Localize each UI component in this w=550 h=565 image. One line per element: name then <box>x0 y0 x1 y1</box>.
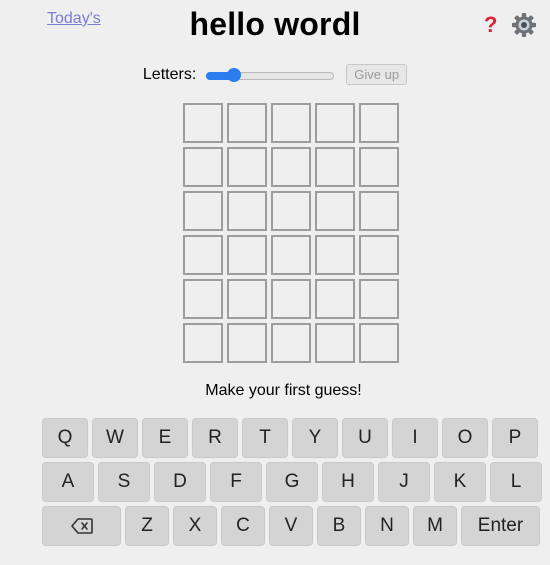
board-cell <box>315 191 355 231</box>
board-cell <box>359 323 399 363</box>
question-mark-icon[interactable]: ? <box>484 13 497 37</box>
gear-icon[interactable] <box>511 12 537 38</box>
key[interactable]: E <box>142 418 188 458</box>
letters-slider[interactable] <box>206 65 335 85</box>
guess-grid <box>183 103 399 363</box>
key[interactable]: T <box>242 418 288 458</box>
board-cell <box>183 147 223 187</box>
board-cell <box>227 279 267 319</box>
keyboard-row-3: Z X C V B N M Enter <box>42 506 542 546</box>
board-cell <box>271 235 311 275</box>
board-cell <box>227 147 267 187</box>
backspace-key[interactable] <box>42 506 121 546</box>
key[interactable]: B <box>317 506 361 546</box>
board-cell <box>359 103 399 143</box>
key[interactable]: C <box>221 506 265 546</box>
key[interactable]: J <box>378 462 430 502</box>
key[interactable]: P <box>492 418 538 458</box>
board-cell <box>359 235 399 275</box>
key[interactable]: D <box>154 462 206 502</box>
board-cell <box>271 191 311 231</box>
page-title: hello wordl <box>189 6 361 42</box>
key[interactable]: N <box>365 506 409 546</box>
board-cell <box>271 103 311 143</box>
board-cell <box>271 147 311 187</box>
board-cell <box>315 235 355 275</box>
board-cell <box>315 147 355 187</box>
board-cell <box>315 323 355 363</box>
controls-bar: Letters: Give up <box>0 64 550 85</box>
key[interactable]: Y <box>292 418 338 458</box>
letters-slider-thumb[interactable] <box>226 67 241 82</box>
on-screen-keyboard: QWERTYUIOP ASDFGHJKL Z X C V B N M Enter <box>42 418 542 546</box>
board-cell <box>359 191 399 231</box>
board-cell <box>183 235 223 275</box>
board-cell <box>183 323 223 363</box>
backspace-icon <box>70 518 93 534</box>
key[interactable]: W <box>92 418 138 458</box>
key[interactable]: X <box>173 506 217 546</box>
board-cell <box>315 103 355 143</box>
key[interactable]: L <box>490 462 542 502</box>
board-cell <box>227 235 267 275</box>
enter-key[interactable]: Enter <box>461 506 540 546</box>
key[interactable]: A <box>42 462 94 502</box>
keyboard-row-2: ASDFGHJKL <box>42 462 542 502</box>
key[interactable]: V <box>269 506 313 546</box>
board-cell <box>183 191 223 231</box>
key[interactable]: K <box>434 462 486 502</box>
board-cell <box>183 279 223 319</box>
board-cell <box>227 103 267 143</box>
board-cell <box>271 323 311 363</box>
give-up-button[interactable]: Give up <box>346 64 408 85</box>
key[interactable]: U <box>342 418 388 458</box>
key[interactable]: G <box>266 462 318 502</box>
key[interactable]: Q <box>42 418 88 458</box>
key[interactable]: F <box>210 462 262 502</box>
board-cell <box>359 279 399 319</box>
key[interactable]: Z <box>125 506 169 546</box>
board-cell <box>315 279 355 319</box>
key[interactable]: S <box>98 462 150 502</box>
status-message: Make your first guess! <box>205 382 362 399</box>
board-cell <box>359 147 399 187</box>
board-cell <box>227 323 267 363</box>
key[interactable]: M <box>413 506 457 546</box>
letters-label: Letters: <box>142 65 197 83</box>
key[interactable]: H <box>322 462 374 502</box>
board-cell <box>271 279 311 319</box>
board-cell <box>183 103 223 143</box>
key[interactable]: I <box>392 418 438 458</box>
key[interactable]: O <box>442 418 488 458</box>
keyboard-row-1: QWERTYUIOP <box>42 418 542 458</box>
key[interactable]: R <box>192 418 238 458</box>
board-cell <box>227 191 267 231</box>
